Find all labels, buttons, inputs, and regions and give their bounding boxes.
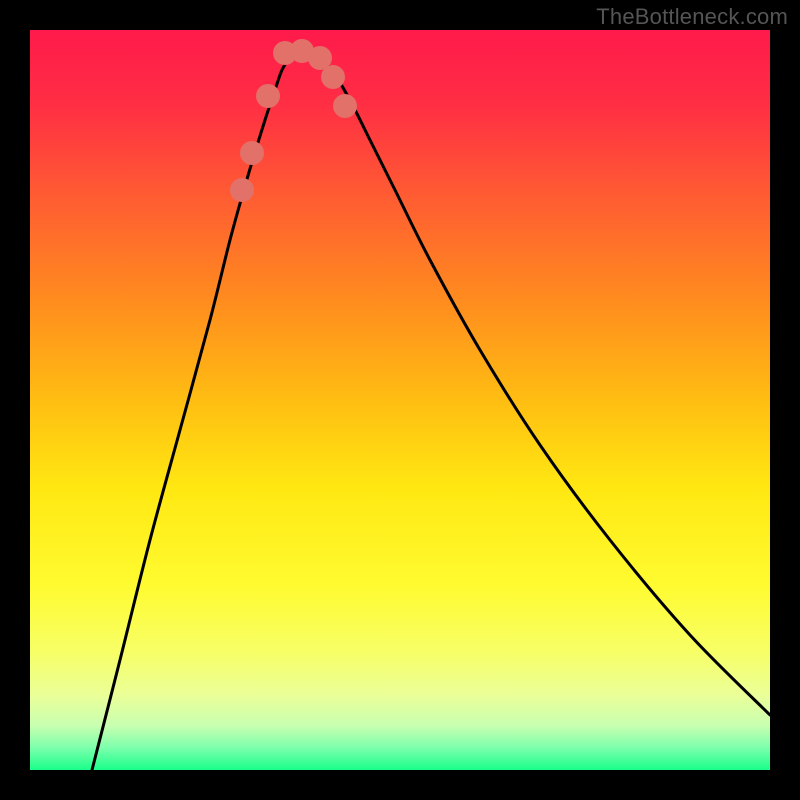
bottleneck-curve	[92, 49, 770, 770]
highlight-dot	[230, 178, 254, 202]
frame: TheBottleneck.com	[0, 0, 800, 800]
watermark-text: TheBottleneck.com	[596, 4, 788, 30]
highlight-dot	[256, 84, 280, 108]
highlight-dots	[230, 39, 357, 202]
highlight-dot	[333, 94, 357, 118]
plot-area	[30, 30, 770, 770]
highlight-dot	[240, 141, 264, 165]
curve-layer	[30, 30, 770, 770]
highlight-dot	[321, 65, 345, 89]
